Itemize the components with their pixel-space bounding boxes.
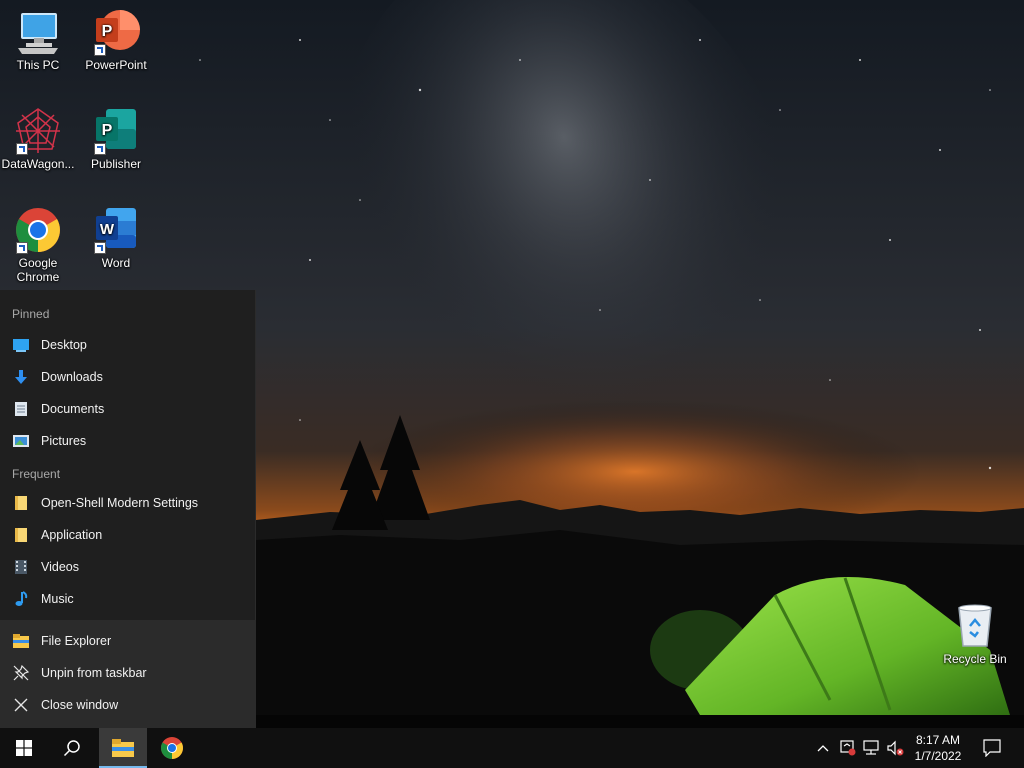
desktop-icon-label: This PC	[16, 58, 60, 72]
file-explorer-icon	[12, 632, 30, 650]
shortcut-arrow-icon	[94, 143, 106, 155]
videos-icon	[12, 558, 30, 576]
tray-network-alert[interactable]	[835, 728, 859, 768]
desktop-icon-this-pc[interactable]: This PC	[0, 8, 76, 72]
shortcut-arrow-icon	[16, 242, 28, 254]
jumplist-task-close-window[interactable]: Close window	[0, 689, 255, 721]
desktop-icon	[12, 336, 30, 354]
jumplist-item-label: Close window	[41, 698, 119, 712]
jumplist-item-label: Music	[41, 592, 74, 606]
close-icon	[12, 696, 30, 714]
search-icon	[63, 740, 80, 757]
jumplist-tasks: File Explorer Unpin from taskbar Close w…	[0, 620, 255, 728]
notifications-icon	[983, 739, 1001, 757]
svg-text:W: W	[100, 221, 115, 238]
search-button[interactable]	[48, 728, 96, 768]
this-pc-icon	[14, 8, 62, 56]
desktop-icon-label: DataWagon...	[1, 157, 75, 171]
jumplist-item-label: Documents	[41, 402, 105, 416]
desktop-icon-label: Recycle Bin	[943, 652, 1007, 666]
jumplist-item-open-shell-modern-settings[interactable]: Open-Shell Modern Settings	[0, 487, 255, 519]
taskbar-chrome[interactable]	[148, 728, 196, 768]
taskbar-clock[interactable]: 8:17 AM 1/7/2022	[908, 728, 968, 768]
desktop-icon-label: PowerPoint	[85, 58, 147, 72]
pictures-icon	[12, 432, 30, 450]
action-center-button[interactable]	[976, 728, 1008, 768]
network-icon	[863, 740, 879, 755]
file-explorer-icon	[112, 739, 134, 757]
chevron-up-icon	[817, 745, 829, 752]
shortcut-arrow-icon	[16, 143, 28, 155]
shortcut-arrow-icon	[94, 44, 106, 56]
svg-text:P: P	[102, 122, 113, 139]
jumplist-item-label: Open-Shell Modern Settings	[41, 496, 199, 510]
jumplist-task-unpin[interactable]: Unpin from taskbar	[0, 657, 255, 689]
powerpoint-icon: P	[92, 8, 140, 56]
svg-text:P: P	[102, 23, 113, 40]
jumplist-item-label: Downloads	[41, 370, 103, 384]
desktop-icon-publisher[interactable]: P Publisher	[78, 107, 154, 171]
desktop-icon-datawagon[interactable]: DataWagon...	[0, 107, 76, 171]
tray-network[interactable]	[859, 728, 883, 768]
recycle-bin-icon	[951, 602, 999, 650]
folder-icon	[12, 526, 30, 544]
taskbar-file-explorer[interactable]	[99, 728, 147, 768]
desktop-icon-recycle-bin[interactable]: Recycle Bin	[937, 602, 1013, 666]
unpin-icon	[12, 664, 30, 682]
jumplist-item-videos[interactable]: Videos	[0, 551, 255, 583]
jumplist-item-downloads[interactable]: Downloads	[0, 361, 255, 393]
desktop-icon-google-chrome[interactable]: Google Chrome	[0, 206, 76, 284]
network-alert-icon	[840, 740, 856, 756]
tray-volume[interactable]	[883, 728, 907, 768]
jumplist-item-label: Application	[41, 528, 103, 542]
volume-muted-icon	[887, 740, 904, 756]
jumplist-item-desktop[interactable]: Desktop	[0, 329, 255, 361]
desktop-icon-label: Publisher	[90, 157, 142, 171]
chrome-icon	[161, 737, 183, 759]
chrome-icon	[14, 206, 62, 254]
jumplist-item-documents[interactable]: Documents	[0, 393, 255, 425]
clock-time: 8:17 AM	[915, 733, 961, 747]
desktop-icon-powerpoint[interactable]: P PowerPoint	[78, 8, 154, 72]
jumplist-item-application[interactable]: Application	[0, 519, 255, 551]
document-icon	[12, 400, 30, 418]
pinned-section-header: Pinned	[12, 307, 50, 321]
taskbar: 8:17 AM 1/7/2022	[0, 728, 1024, 768]
jumplist-item-label: Unpin from taskbar	[41, 666, 147, 680]
desktop-icon-label: Google Chrome	[16, 256, 60, 284]
taskbar-jump-list: Pinned Desktop Downloads Documents Pictu…	[0, 290, 256, 728]
jumplist-item-label: File Explorer	[41, 634, 112, 648]
folder-icon	[12, 494, 30, 512]
jumplist-item-music[interactable]: Music	[0, 583, 255, 615]
start-button[interactable]	[0, 728, 48, 768]
show-hidden-icons-button[interactable]	[811, 728, 835, 768]
desktop-icon-label: Word	[101, 256, 131, 270]
jumplist-item-pictures[interactable]: Pictures	[0, 425, 255, 457]
shortcut-arrow-icon	[94, 242, 106, 254]
jumplist-item-label: Videos	[41, 560, 79, 574]
download-arrow-icon	[12, 368, 30, 386]
publisher-icon: P	[92, 107, 140, 155]
jumplist-item-label: Desktop	[41, 338, 87, 352]
music-note-icon	[12, 590, 30, 608]
word-icon: W	[92, 206, 140, 254]
frequent-section-header: Frequent	[12, 467, 61, 481]
windows-logo-icon	[16, 740, 32, 756]
jumplist-task-file-explorer[interactable]: File Explorer	[0, 625, 255, 657]
jumplist-item-label: Pictures	[41, 434, 87, 448]
datawagon-icon	[14, 107, 62, 155]
clock-date: 1/7/2022	[914, 749, 962, 763]
desktop-icon-word[interactable]: W Word	[78, 206, 154, 270]
